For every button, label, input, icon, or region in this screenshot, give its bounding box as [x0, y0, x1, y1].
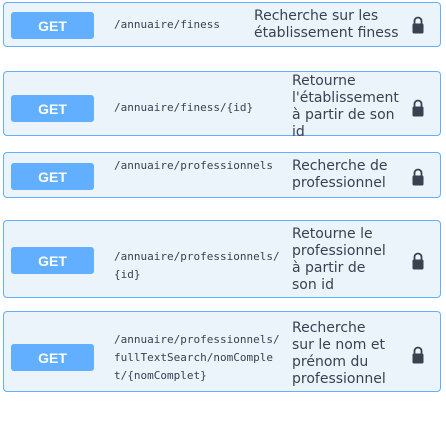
endpoint-description: Retourne l'établissement à partir de son…	[292, 73, 399, 141]
endpoint-path: /annuaire/finess/{id}	[114, 101, 254, 114]
lock-icon[interactable]	[412, 167, 424, 187]
description-line: id	[292, 124, 305, 140]
operation-row[interactable]: GET /annuaire/finess Recherche sur les é…	[3, 2, 441, 47]
description-line: Retourne le	[292, 226, 373, 242]
description-line: Recherche	[292, 320, 366, 336]
description-line: l'établissement	[292, 90, 399, 106]
method-badge: GET	[11, 247, 94, 274]
endpoint-description: Recherche sur le nom et prénom du profes…	[292, 320, 386, 388]
description-line: établissement finess	[254, 25, 399, 41]
endpoint-description: Recherche sur les établissement finess	[254, 8, 399, 42]
lock-icon[interactable]	[412, 15, 424, 35]
method-badge: GET	[11, 12, 94, 39]
method-badge: GET	[11, 95, 94, 122]
description-line: sur le nom et	[292, 337, 385, 353]
endpoint-path: /annuaire/professionnels/{id}	[114, 250, 280, 281]
description-line: à partir de son	[292, 107, 395, 123]
operations-list: GET /annuaire/finess Recherche sur les é…	[0, 0, 446, 447]
description-line: Retourne	[292, 73, 356, 89]
lock-icon[interactable]	[412, 98, 424, 118]
operation-row[interactable]: GET /annuaire/professionnels/{id} Retour…	[3, 220, 441, 298]
description-line: Recherche sur les	[254, 8, 379, 24]
endpoint-description: Recherche de professionnel	[292, 158, 387, 192]
endpoint-description: Retourne le professionnel à partir de so…	[292, 226, 386, 294]
operation-row[interactable]: GET /annuaire/finess/{id} Retourne l'éta…	[3, 71, 441, 140]
method-badge: GET	[11, 344, 94, 371]
description-line: professionnel	[292, 243, 386, 259]
description-line: Recherche de	[292, 158, 388, 174]
description-line: professionnel	[292, 175, 386, 191]
endpoint-path: /annuaire/professionnels/fullTextSearch/…	[114, 333, 280, 382]
endpoint-path: /annuaire/professionnels	[114, 159, 273, 172]
lock-icon[interactable]	[412, 251, 424, 271]
method-badge: GET	[11, 163, 94, 190]
description-line: son id	[292, 277, 334, 293]
description-line: professionnel	[292, 371, 386, 387]
operation-row[interactable]: GET /annuaire/professionnels/fullTextSea…	[3, 311, 441, 392]
lock-icon[interactable]	[412, 345, 424, 365]
description-line: prénom du	[292, 354, 369, 370]
description-line: à partir de	[292, 260, 366, 276]
operation-row[interactable]: GET /annuaire/professionnels Recherche d…	[3, 152, 441, 198]
